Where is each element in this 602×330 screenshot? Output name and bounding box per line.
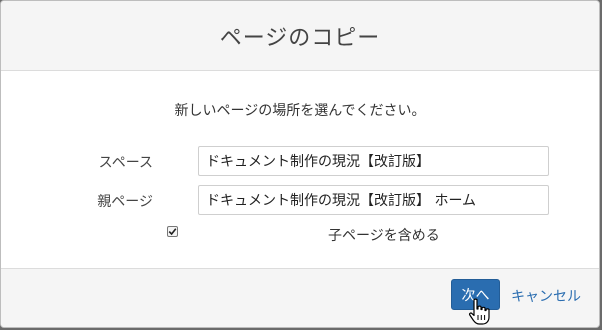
cancel-link[interactable]: キャンセル: [511, 286, 581, 306]
dialog-header: ページのコピー: [1, 1, 599, 71]
dialog-title: ページのコピー: [219, 25, 381, 51]
dialog-footer: [1, 268, 599, 327]
copy-page-dialog: ページのコピー 新しいページの場所を選んでください。 スペース 親ページ 子ペー…: [0, 0, 600, 328]
include-children-checkbox[interactable]: [167, 226, 178, 237]
hand-pointer-icon: [469, 298, 490, 325]
instruction-text: 新しいページの場所を選んでください。: [174, 103, 426, 119]
checkmark-icon: [168, 228, 177, 236]
include-children-label: 子ページを含める: [328, 228, 440, 244]
parent-page-input[interactable]: [198, 185, 549, 215]
space-input[interactable]: [198, 146, 549, 176]
parent-page-label: 親ページ: [97, 194, 153, 210]
space-label: スペース: [98, 155, 153, 171]
